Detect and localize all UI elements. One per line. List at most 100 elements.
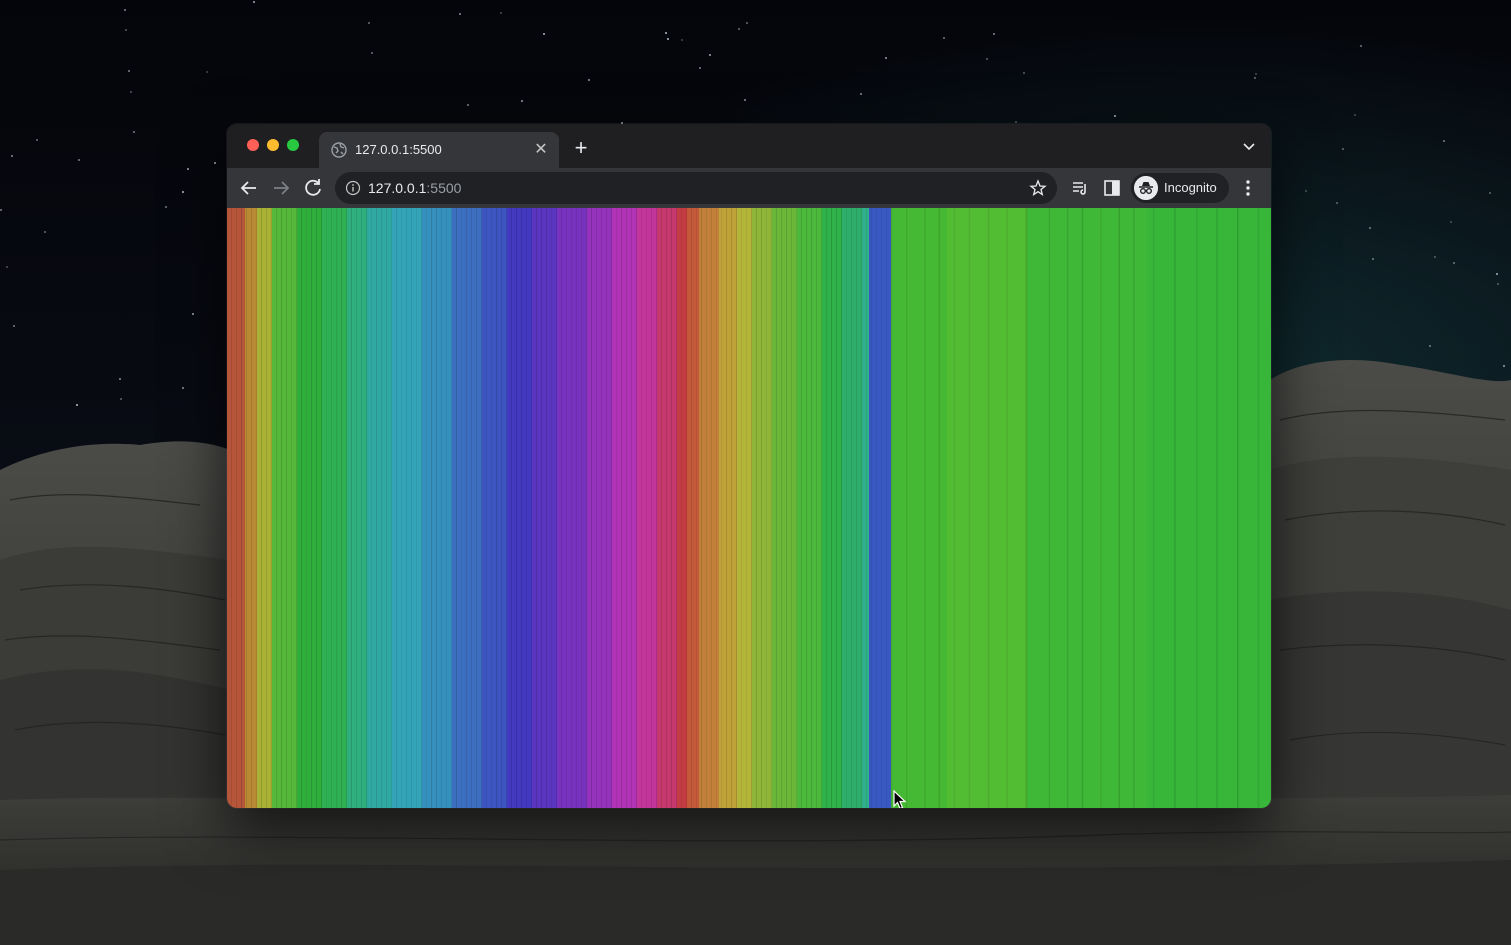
stripe-line (656, 208, 657, 808)
page-viewport[interactable] (227, 208, 1271, 808)
stripe-line (426, 208, 427, 808)
color-stripe (297, 208, 323, 808)
stripe-line (766, 208, 767, 808)
stripe-line (751, 208, 752, 808)
stripe-line (781, 208, 782, 808)
stripe-line (891, 208, 893, 808)
stripe-line (481, 208, 482, 808)
stripe-line (596, 208, 597, 808)
stripe-line (461, 208, 462, 808)
color-stripe (1147, 208, 1271, 808)
maximize-window-button[interactable] (287, 139, 299, 151)
stripe-line (953, 208, 956, 808)
stripe-line (516, 208, 517, 808)
stripe-line (276, 208, 277, 808)
stripe-line (346, 208, 347, 808)
stripe-line (871, 208, 872, 808)
stripe-line (831, 208, 832, 808)
stripe-line (256, 208, 257, 808)
color-stripe (772, 208, 798, 808)
stripe-line (371, 208, 372, 808)
stripe-line (771, 208, 772, 808)
stripe-line (1237, 208, 1239, 808)
new-tab-button[interactable]: + (569, 136, 593, 160)
stripe-line (776, 208, 777, 808)
stripe-line (286, 208, 287, 808)
stripe-line (341, 208, 342, 808)
back-arrow-icon[interactable] (237, 176, 261, 200)
close-window-button[interactable] (247, 139, 259, 151)
color-stripe (347, 208, 368, 808)
tab-active[interactable]: 127.0.0.1:5500 ✕ (319, 132, 559, 168)
stripe-line (651, 208, 652, 808)
info-icon[interactable] (345, 180, 361, 196)
incognito-icon (1134, 176, 1158, 200)
forward-arrow-icon[interactable] (269, 176, 293, 200)
stripe-line (466, 208, 467, 808)
stripe-line (266, 208, 267, 808)
color-stripe (1027, 208, 1148, 808)
stripe-line (441, 208, 442, 808)
browser-toolbar: 127.0.0.1:5500 Incognito (227, 168, 1271, 208)
color-stripe (869, 208, 892, 808)
minimize-window-button[interactable] (267, 139, 279, 151)
color-stripes-canvas (227, 208, 1271, 808)
stripe-line (351, 208, 352, 808)
tab-close-icon[interactable]: ✕ (531, 140, 551, 160)
stripe-line (671, 208, 672, 808)
stripe-line (938, 208, 941, 808)
url-text[interactable]: 127.0.0.1:5500 (368, 180, 461, 196)
color-stripe (532, 208, 558, 808)
stripe-line (721, 208, 722, 808)
stripe-line (626, 208, 627, 808)
stripe-line (856, 208, 857, 808)
reload-icon[interactable] (301, 176, 325, 200)
more-options-icon[interactable] (1239, 178, 1257, 198)
bookmark-star-icon[interactable] (1029, 179, 1047, 197)
stripe-line (391, 208, 392, 808)
stripe-line (987, 208, 990, 808)
stripe-line (551, 208, 552, 808)
stripe-line (876, 208, 877, 808)
stripe-line (336, 208, 337, 808)
stripe-line (301, 208, 302, 808)
stripe-line (416, 208, 417, 808)
chevron-down-icon[interactable] (1241, 138, 1257, 154)
stripe-line (251, 208, 252, 808)
stripe-line (906, 208, 908, 808)
stripe-line (456, 208, 457, 808)
stripe-line (446, 208, 447, 808)
stripe-line (606, 208, 607, 808)
stripe-line (631, 208, 632, 808)
stripe-line (811, 208, 812, 808)
stripe-line (681, 208, 682, 808)
address-bar[interactable]: 127.0.0.1:5500 (335, 172, 1057, 204)
stripe-line (706, 208, 707, 808)
stripe-line (396, 208, 397, 808)
stripe-line (1100, 208, 1102, 808)
stripe-line (486, 208, 487, 808)
stripe-line (316, 208, 317, 808)
side-panel-icon[interactable] (1102, 178, 1122, 198)
stripe-line (1081, 208, 1084, 808)
color-stripe (677, 208, 688, 808)
color-stripe (482, 208, 508, 808)
stripe-line (331, 208, 332, 808)
stripe-line (924, 208, 926, 808)
stripe-line (421, 208, 422, 808)
incognito-profile-button[interactable]: Incognito (1131, 173, 1229, 203)
mouse-cursor-icon (893, 790, 907, 808)
stripe-line (641, 208, 642, 808)
stripe-line (306, 208, 307, 808)
color-stripe (367, 208, 393, 808)
reading-list-icon[interactable] (1070, 178, 1090, 198)
color-stripe (842, 208, 863, 808)
stripe-line (1133, 208, 1135, 808)
stripe-line (886, 208, 887, 808)
stripe-line (1196, 208, 1198, 808)
stripe-line (816, 208, 817, 808)
globe-icon (331, 142, 347, 158)
color-stripe (257, 208, 273, 808)
browser-window: 127.0.0.1:5500 ✕ + 127.0.0.1:5500 Incogn… (227, 124, 1271, 808)
stripe-line (501, 208, 502, 808)
